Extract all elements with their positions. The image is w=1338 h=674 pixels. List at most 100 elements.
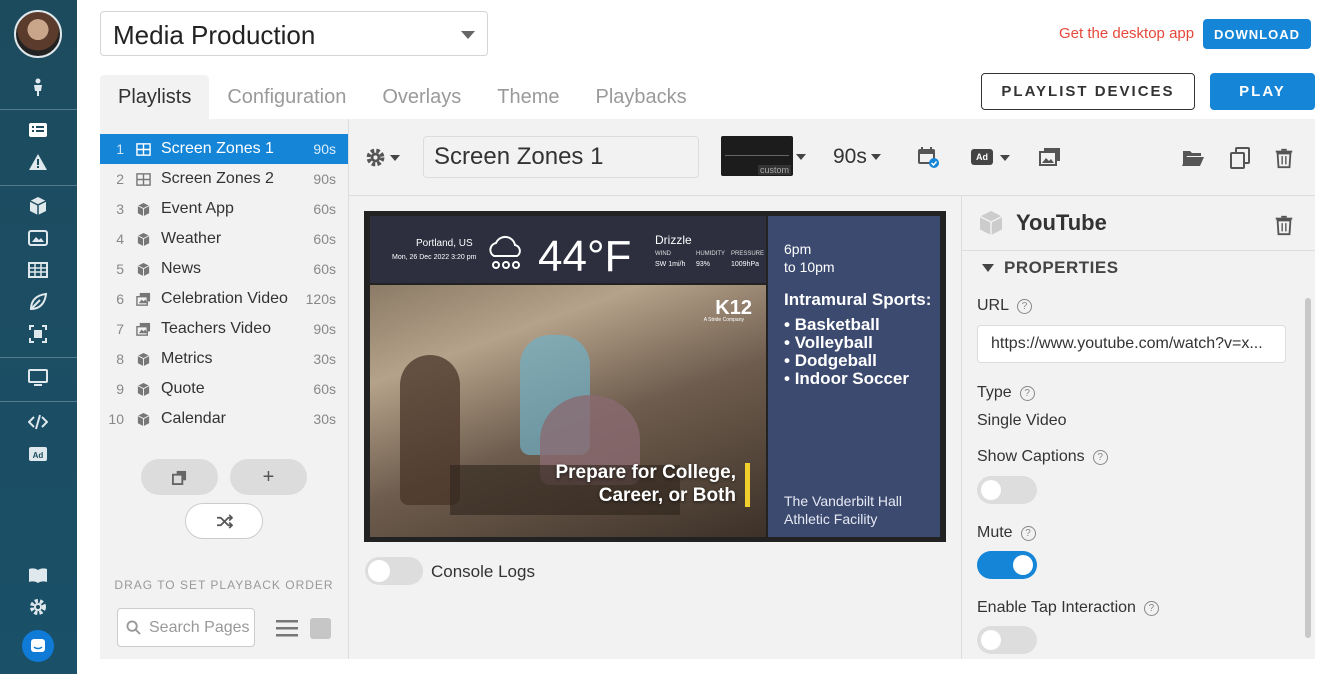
- grid-view-icon[interactable]: [310, 618, 331, 639]
- add-app-button[interactable]: [141, 459, 218, 495]
- book-icon[interactable]: [28, 565, 48, 585]
- zones-icon: [136, 171, 152, 187]
- ads-dropdown[interactable]: Ad: [971, 149, 993, 165]
- type-label: Type ?: [977, 384, 1035, 402]
- download-button[interactable]: DOWNLOAD: [1203, 19, 1311, 49]
- zone-settings-dropdown[interactable]: [365, 147, 400, 168]
- list-item[interactable]: 5 News 60s: [100, 254, 348, 284]
- video-zone[interactable]: K12 A Stride Company Prepare for College…: [370, 285, 766, 537]
- search-pages-input[interactable]: Search Pages: [117, 608, 255, 647]
- project-select[interactable]: Media Production: [100, 11, 488, 56]
- weather-zone[interactable]: Portland, US Mon, 26 Dec 2022 3:20 pm 44…: [370, 216, 766, 283]
- alert-icon[interactable]: [28, 152, 48, 172]
- weather-stat-label: WIND: [655, 251, 671, 257]
- image-icon[interactable]: [28, 228, 48, 248]
- item-name: Screen Zones 1: [161, 140, 274, 157]
- item-name: Weather: [161, 230, 222, 247]
- list-item[interactable]: 10 Calendar 30s: [100, 404, 348, 434]
- copy-stack-icon: [172, 470, 187, 485]
- mute-toggle[interactable]: [977, 551, 1037, 579]
- duplicate-icon[interactable]: [1228, 146, 1252, 170]
- leaf-icon[interactable]: [28, 292, 48, 312]
- trash-icon[interactable]: [1272, 213, 1296, 237]
- list-item[interactable]: 7 Teachers Video 90s: [100, 314, 348, 344]
- item-duration: 90s: [313, 171, 336, 187]
- list-item[interactable]: 6 Celebration Video 120s: [100, 284, 348, 314]
- app-cube-icon: [136, 261, 152, 277]
- event-list-item: Volleyball: [794, 333, 873, 352]
- tap-interaction-toggle[interactable]: [977, 626, 1037, 654]
- apps-cube-icon[interactable]: [28, 196, 48, 216]
- tab-overlays[interactable]: Overlays: [364, 75, 479, 119]
- properties-scrollbar[interactable]: [1305, 298, 1311, 638]
- chevron-down-icon[interactable]: [1000, 155, 1010, 161]
- item-name: Event App: [161, 200, 234, 217]
- list-item[interactable]: 8 Metrics 30s: [100, 344, 348, 374]
- zones-icon: [136, 141, 152, 157]
- monitor-icon[interactable]: [28, 368, 48, 388]
- grid-table-icon[interactable]: [28, 260, 48, 280]
- add-page-button[interactable]: +: [230, 459, 307, 495]
- item-duration: 60s: [313, 261, 336, 277]
- tap-interaction-label: Enable Tap Interaction ?: [977, 599, 1159, 617]
- tab-playlists[interactable]: Playlists: [100, 75, 210, 119]
- help-icon[interactable]: ?: [1017, 298, 1033, 314]
- get-desktop-app-link[interactable]: Get the desktop app: [1059, 25, 1194, 42]
- help-icon[interactable]: ?: [1092, 449, 1108, 465]
- show-captions-label: Show Captions ?: [977, 448, 1108, 466]
- user-avatar[interactable]: [14, 10, 62, 58]
- tab-configuration[interactable]: Configuration: [209, 75, 364, 119]
- list-item[interactable]: 9 Quote 60s: [100, 374, 348, 404]
- help-icon[interactable]: ?: [1020, 525, 1036, 541]
- app-cube-icon: [136, 201, 152, 217]
- playlist-list: 1 Screen Zones 1 90s 2 Screen Zones 2 90…: [100, 134, 348, 434]
- chevron-down-icon[interactable]: [796, 154, 806, 160]
- person-icon[interactable]: [28, 77, 48, 97]
- list-item[interactable]: 4 Weather 60s: [100, 224, 348, 254]
- show-captions-toggle[interactable]: [977, 476, 1037, 504]
- list-view-icon[interactable]: [276, 619, 298, 637]
- tab-theme[interactable]: Theme: [479, 75, 577, 119]
- duration-dropdown[interactable]: 90s: [833, 145, 881, 169]
- folder-icon[interactable]: [1181, 146, 1205, 170]
- chat-support-button[interactable]: [22, 630, 54, 662]
- event-list-item: Dodgeball: [794, 351, 877, 370]
- settings-gear-icon[interactable]: [28, 597, 48, 617]
- shuffle-icon: [216, 513, 233, 529]
- code-icon[interactable]: [28, 412, 48, 432]
- scan-icon[interactable]: [28, 324, 48, 344]
- item-name: Screen Zones 2: [161, 170, 274, 187]
- item-number: 9: [116, 381, 124, 397]
- playlist-devices-button[interactable]: PLAYLIST DEVICES: [981, 73, 1195, 110]
- media-library-icon[interactable]: [1038, 145, 1062, 169]
- console-logs-toggle[interactable]: [365, 557, 423, 585]
- promo-line-1: Prepare for College,: [555, 462, 736, 483]
- chevron-down-icon: [870, 154, 881, 160]
- tab-playbacks[interactable]: Playbacks: [577, 75, 704, 119]
- trash-icon[interactable]: [1272, 146, 1296, 170]
- event-list: • Basketball • Volleyball • Dodgeball • …: [784, 315, 909, 388]
- schedule-calendar-icon[interactable]: [916, 145, 940, 169]
- item-duration: 30s: [313, 411, 336, 427]
- playlist-name-input[interactable]: Screen Zones 1: [423, 136, 699, 178]
- playlist-icon[interactable]: [28, 120, 48, 140]
- properties-section-toggle[interactable]: PROPERTIES: [982, 258, 1119, 278]
- list-item[interactable]: 3 Event App 60s: [100, 194, 348, 224]
- shuffle-button[interactable]: [185, 503, 263, 539]
- layout-selector[interactable]: custom: [721, 136, 793, 176]
- help-icon[interactable]: ?: [1019, 385, 1035, 401]
- media-icon: [136, 291, 152, 307]
- event-zone[interactable]: 6pm to 10pm Intramural Sports: • Basketb…: [768, 216, 940, 537]
- svg-text:Ad: Ad: [33, 451, 44, 460]
- main-tabs: Playlists Configuration Overlays Theme P…: [100, 75, 705, 119]
- url-field[interactable]: https://www.youtube.com/watch?v=x...: [977, 325, 1286, 363]
- list-item[interactable]: 1 Screen Zones 1 90s: [100, 134, 348, 164]
- help-icon[interactable]: ?: [1143, 600, 1159, 616]
- list-item[interactable]: 2 Screen Zones 2 90s: [100, 164, 348, 194]
- ad-icon[interactable]: Ad: [28, 444, 48, 464]
- play-button[interactable]: PLAY: [1210, 73, 1315, 110]
- item-number: 5: [116, 261, 124, 277]
- media-icon: [136, 321, 152, 337]
- item-duration: 60s: [313, 201, 336, 217]
- console-logs-label: Console Logs: [431, 562, 535, 581]
